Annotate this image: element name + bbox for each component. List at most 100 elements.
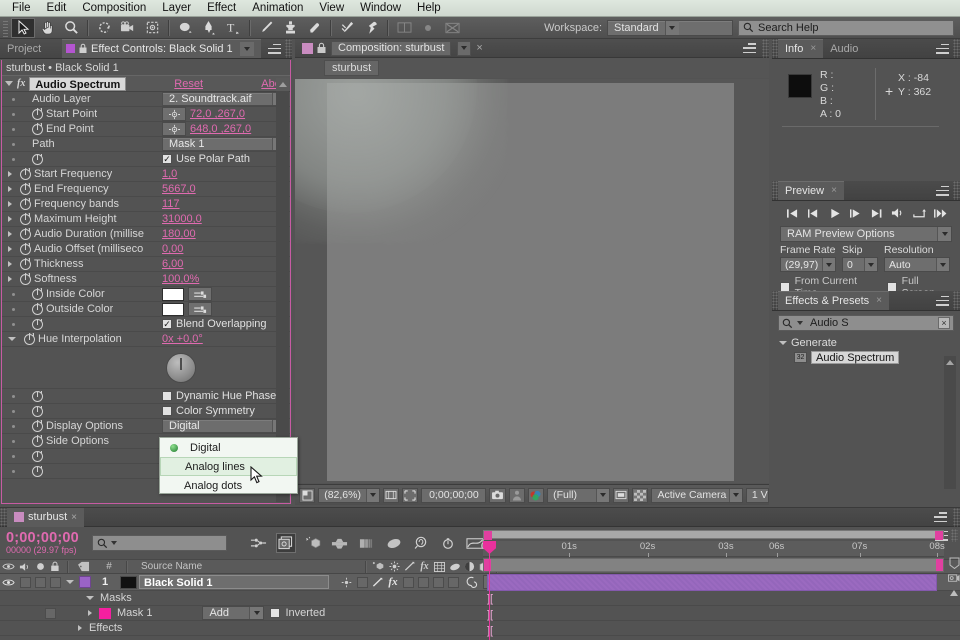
tab-project[interactable]: Project xyxy=(0,39,62,58)
layer-motionblur-toggle[interactable] xyxy=(418,577,429,588)
chevron-right-icon[interactable] xyxy=(8,231,12,237)
frame-rate-dropdown[interactable]: (29,97) xyxy=(780,257,836,272)
chevron-right-icon[interactable] xyxy=(8,216,12,222)
param-row[interactable]: Audio Duration (millise 180,00 xyxy=(2,227,290,242)
outside-color-swatch[interactable] xyxy=(162,303,184,316)
column-index[interactable]: # xyxy=(96,561,122,572)
layer-visibility-toggle[interactable] xyxy=(0,578,17,587)
tab-effects-presets[interactable]: Effects & Presets × xyxy=(778,291,889,310)
layer-lock-toggle[interactable] xyxy=(50,577,61,588)
loop-button[interactable] xyxy=(911,205,927,221)
chevron-down-icon[interactable] xyxy=(797,321,803,325)
panel-grip[interactable] xyxy=(285,39,292,58)
grid-guides-button[interactable] xyxy=(383,488,399,503)
enable-frame-blending-icon[interactable] xyxy=(330,533,350,553)
layer-duration-bar[interactable] xyxy=(487,574,937,591)
audio-offset-value[interactable]: 0,00 xyxy=(162,243,183,255)
close-icon[interactable]: × xyxy=(876,295,882,306)
stopwatch-icon[interactable] xyxy=(32,421,43,432)
chevron-down-icon[interactable] xyxy=(86,596,94,600)
param-row[interactable]: Use Polar Path xyxy=(2,152,290,167)
roto-brush-tool[interactable] xyxy=(335,18,359,38)
pen-tool[interactable] xyxy=(197,18,221,38)
stopwatch-icon[interactable] xyxy=(32,109,43,120)
stopwatch-icon[interactable] xyxy=(32,391,43,402)
parent-pickwhip-icon[interactable] xyxy=(461,576,483,588)
skip-dropdown[interactable]: 0 xyxy=(842,257,878,272)
rotation-tool[interactable] xyxy=(92,18,116,38)
brush-tool[interactable] xyxy=(254,18,278,38)
stopwatch-icon[interactable] xyxy=(24,334,35,345)
composition-tab-title[interactable]: Composition: sturbust xyxy=(331,41,451,56)
param-row[interactable]: Hue Interpolation 0x +0,0° xyxy=(2,332,290,347)
chevron-right-icon[interactable] xyxy=(8,171,12,177)
chevron-right-icon[interactable] xyxy=(8,201,12,207)
menu-item-edit[interactable]: Edit xyxy=(39,0,75,16)
eyedropper-button[interactable] xyxy=(188,302,212,316)
timecode-display[interactable]: 0;00;00;00 00000 (29.97 fps) xyxy=(6,531,79,555)
take-snapshot-icon[interactable] xyxy=(489,488,505,503)
composition-mini-flowchart-icon[interactable] xyxy=(249,533,269,553)
scroll-up-icon[interactable] xyxy=(948,587,960,599)
mask-color-swatch[interactable] xyxy=(99,608,111,619)
panel-menu-button[interactable] xyxy=(936,181,953,200)
panel-menu-button[interactable] xyxy=(936,39,953,58)
inside-color-swatch[interactable] xyxy=(162,288,184,301)
layer-quality-icon[interactable] xyxy=(370,577,385,588)
stopwatch-icon[interactable] xyxy=(32,124,43,135)
param-row[interactable]: End Frequency 5667,0 xyxy=(2,182,290,197)
menu-item-window[interactable]: Window xyxy=(352,0,409,16)
scroll-up-icon[interactable] xyxy=(276,78,289,91)
start-frequency-value[interactable]: 1,0 xyxy=(162,168,177,180)
layer-audio-toggle[interactable] xyxy=(20,577,31,588)
transparency-grid-icon[interactable] xyxy=(632,488,648,503)
view-layout-dropdown[interactable]: 1 V xyxy=(746,488,769,503)
shape-tool[interactable] xyxy=(173,18,197,38)
stopwatch-icon[interactable] xyxy=(32,154,43,165)
menu-item-effect[interactable]: Effect xyxy=(199,0,244,16)
stopwatch-icon[interactable] xyxy=(20,214,31,225)
param-row[interactable]: Display Options Digital xyxy=(2,419,290,434)
puppet-pin-tool[interactable] xyxy=(359,18,383,38)
effects-item-audio-spectrum[interactable]: 32 Audio Spectrum xyxy=(774,350,958,365)
effects-scrollbar[interactable] xyxy=(944,356,956,489)
pan-behind-tool[interactable] xyxy=(140,18,164,38)
stopwatch-icon[interactable] xyxy=(20,199,31,210)
toolbar-grip[interactable] xyxy=(2,19,9,37)
display-options-dropdown-menu[interactable]: Digital Analog lines Analog dots xyxy=(159,437,298,494)
end-frequency-value[interactable]: 5667,0 xyxy=(162,183,196,195)
tab-info[interactable]: Info × xyxy=(778,39,823,58)
layer-frameblend-toggle[interactable] xyxy=(403,577,414,588)
angle-dial[interactable] xyxy=(166,353,196,383)
chevron-down-icon[interactable] xyxy=(111,541,117,545)
channel-selector-icon[interactable] xyxy=(528,488,544,503)
region-interest-toggle-icon[interactable] xyxy=(613,488,629,503)
start-point-value[interactable]: 72,0 ,267,0 xyxy=(190,108,245,120)
next-frame-button[interactable] xyxy=(848,205,864,221)
maximum-height-value[interactable]: 31000,0 xyxy=(162,213,202,225)
tab-audio[interactable]: Audio xyxy=(823,39,865,58)
tab-timeline-sturbust[interactable]: sturbust × xyxy=(7,508,84,527)
zoom-tool[interactable] xyxy=(59,18,83,38)
brainstorm-icon[interactable] xyxy=(411,533,431,553)
eraser-tool[interactable] xyxy=(302,18,326,38)
first-frame-button[interactable] xyxy=(785,205,801,221)
mask-name[interactable]: Mask 1 xyxy=(117,607,152,619)
column-source-name[interactable]: Source Name xyxy=(131,561,361,572)
point-picker-button[interactable] xyxy=(162,107,186,121)
layer-quality-toggle[interactable] xyxy=(357,577,368,588)
chevron-down-icon[interactable] xyxy=(66,580,74,584)
param-row[interactable]: Color Symmetry xyxy=(2,404,290,419)
work-area-bar[interactable] xyxy=(483,530,944,539)
color-symmetry-checkbox[interactable] xyxy=(162,406,172,416)
effect-header-row[interactable]: fx Audio Spectrum Reset Abou xyxy=(2,75,290,92)
layer-transform-icon[interactable] xyxy=(338,577,355,588)
timeline-graph-area[interactable]: 00s01s02s03s06s07s08s ][ ][ ][ xyxy=(483,527,960,640)
clear-search-icon[interactable]: × xyxy=(938,317,950,329)
param-row[interactable]: Audio Offset (milliseco 0,00 xyxy=(2,242,290,257)
toggle-transparency-grid-button[interactable] xyxy=(299,488,315,503)
param-row[interactable]: Audio Layer 2. Soundtrack.aif xyxy=(2,92,290,107)
menu-item-animation[interactable]: Animation xyxy=(244,0,311,16)
param-row[interactable]: Inside Color xyxy=(2,287,290,302)
effects-search-input[interactable]: Audio S × xyxy=(778,315,954,331)
